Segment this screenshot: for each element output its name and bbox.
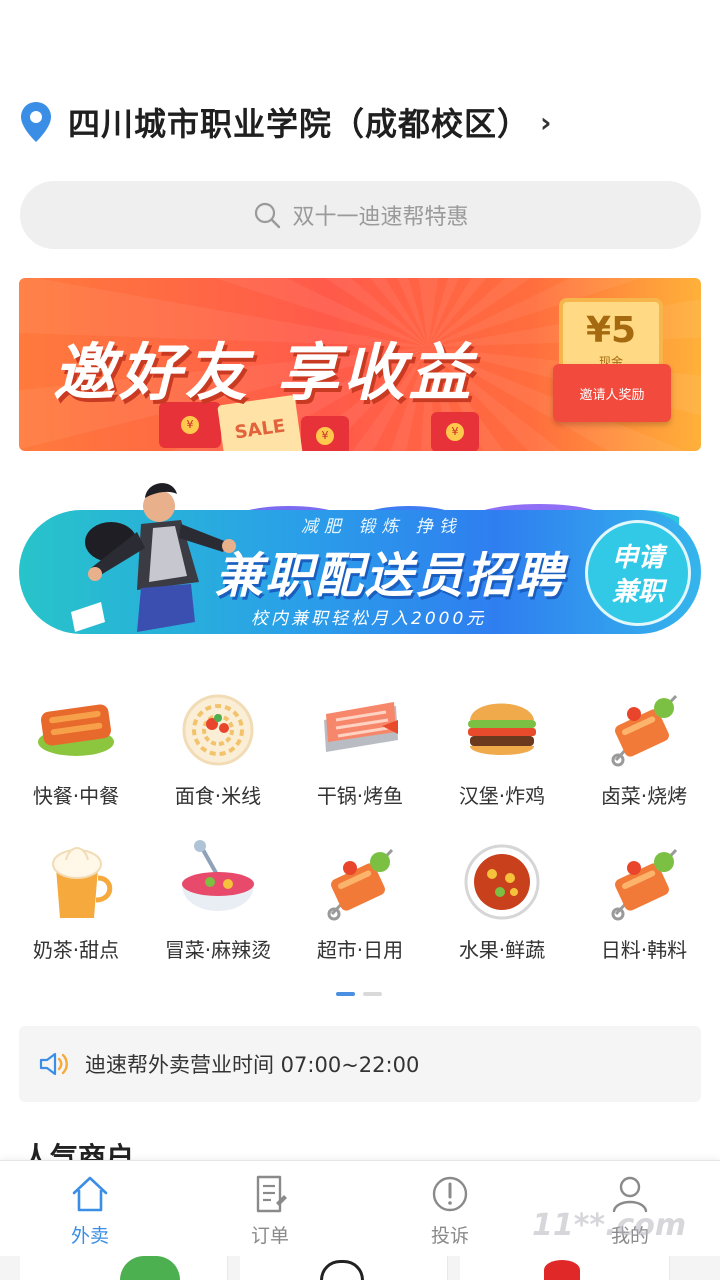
spicy-bowl-icon [182,840,254,911]
milk-tea-icon [52,847,113,918]
category-burger[interactable]: 汉堡·炸鸡 [430,680,574,830]
category-noodles[interactable]: 面食·米线 [146,680,290,830]
merchant-card-peek [460,1256,670,1280]
category-label: 水果·鲜蔬 [458,938,546,962]
recruit-tagline: 减肥 锻炼 挣钱 [301,517,462,537]
merchant-list-peek [0,1256,720,1280]
category-label: 超市·日用 [316,938,404,962]
speaker-icon [39,1052,68,1076]
tab-complaint[interactable]: 投诉 [360,1161,540,1256]
skewer-icon [611,848,678,921]
category-label: 面食·米线 [174,784,262,808]
badge-line-2: 兼职 [611,577,664,607]
tab-label: 投诉 [430,1225,469,1247]
business-hours-notice: 迪速帮外卖营业时间 07:00~22:00 [19,1026,701,1102]
location-pin-icon [21,102,51,142]
sale-text: SALE [233,415,287,444]
category-label: 冒菜·麻辣烫 [164,938,272,962]
reward-envelope: 邀请人奖励 [553,364,671,422]
recruit-title: 兼职配送员招聘 [215,548,566,604]
page-indicator [336,992,382,996]
home-icon [72,1176,108,1212]
category-jp-kr[interactable]: 日料·韩料 [572,834,716,984]
merchant-card-peek [240,1256,448,1280]
page-dot-active [336,992,355,996]
category-milk-tea[interactable]: 奶茶·甜点 [4,834,148,984]
fruit-bowl-icon [464,844,540,920]
red-envelope-decoration: ¥ [301,416,349,451]
complaint-icon [432,1176,468,1212]
page-dot [363,992,382,996]
category-supermarket[interactable]: 超市·日用 [288,834,432,984]
location-name: 四川城市职业学院（成都校区） [68,105,531,143]
merchant-logo [120,1256,180,1280]
location-selector[interactable]: 四川城市职业学院（成都校区） › [18,96,552,148]
courier-recruit-banner[interactable]: 减肥 锻炼 挣钱 兼职配送员招聘 校内兼职轻松月入2000元 申请 兼职 [19,472,701,638]
section-title: 人气商户 [22,1141,135,1162]
category-label: 奶茶·甜点 [32,938,120,962]
grilled-fish-icon [324,702,398,752]
category-spicy-hotpot[interactable]: 冒菜·麻辣烫 [146,834,290,984]
tab-label: 外卖 [70,1225,109,1247]
skewer-icon [327,848,394,921]
burger-icon [468,703,536,755]
invite-friends-banner[interactable]: ¥ ¥ ¥ SALE 邀好友 享收益 ¥5 现金 邀请人奖励 [19,278,701,451]
order-icon [256,1175,287,1213]
coupon-amount: ¥5 [585,310,637,351]
chevron-right-icon: › [540,105,552,139]
search-placeholder: 双十一迪速帮特惠 [292,205,469,230]
category-label: 日料·韩料 [600,938,688,962]
tab-label: 订单 [250,1225,289,1247]
skewer-icon [611,694,678,767]
runner-illustration [71,483,236,632]
apply-parttime-badge[interactable]: 申请 兼职 [585,520,691,626]
notice-text: 迪速帮外卖营业时间 07:00~22:00 [85,1053,420,1077]
invite-slogan: 邀好友 享收益 [53,336,475,409]
category-fruit-veg[interactable]: 水果·鲜蔬 [430,834,574,984]
recruit-subtitle: 校内兼职轻松月入2000元 [251,609,487,629]
category-label: 汉堡·炸鸡 [458,784,546,808]
category-label: 干锅·烤鱼 [316,784,404,808]
site-watermark: 11**.com [532,1208,687,1243]
fast-food-icon [38,704,114,756]
merchant-card-peek [20,1256,228,1280]
category-braised-bbq[interactable]: 卤菜·烧烤 [572,680,716,830]
category-label: 卤菜·烧烤 [600,784,688,808]
reward-label: 邀请人奖励 [579,387,645,403]
search-icon [255,202,281,229]
red-envelope-decoration: ¥ [431,412,479,451]
badge-line-1: 申请 [611,543,664,573]
merchant-logo [320,1260,364,1280]
tab-orders[interactable]: 订单 [180,1161,360,1256]
category-fast-food[interactable]: 快餐·中餐 [4,680,148,830]
noodles-icon [182,694,254,766]
merchant-logo [544,1260,580,1280]
category-label: 快餐·中餐 [32,784,120,808]
search-bar[interactable]: 双十一迪速帮特惠 [20,181,701,249]
tab-takeout[interactable]: 外卖 [0,1161,180,1256]
category-grilled-fish[interactable]: 干锅·烤鱼 [288,680,432,830]
